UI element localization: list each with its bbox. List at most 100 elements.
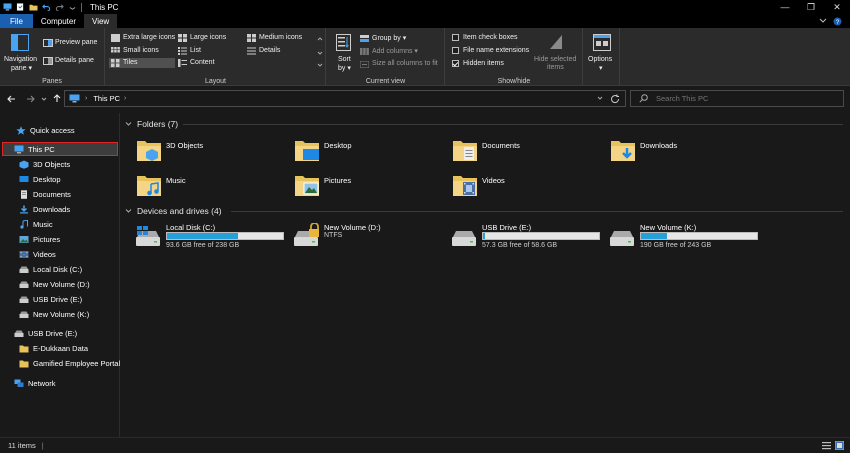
customize-toolbar-icon[interactable] [68,3,77,11]
options-icon[interactable] [593,34,611,51]
tab-file[interactable]: File [0,14,33,28]
file-name-extensions-label[interactable]: File name extensions [463,47,529,54]
sort-by-icon[interactable] [336,34,351,51]
hide-selected-label[interactable]: Hide selected [534,56,576,63]
collapse-chevron-icon[interactable] [125,121,132,127]
nav-new-volume-d[interactable]: New Volume (D:) [19,278,90,291]
drives-header-label: Devices and drives (4) [137,206,222,216]
nav-new-volume-k[interactable]: New Volume (K:) [19,308,89,321]
hidden-items-label[interactable]: Hidden items [463,60,504,67]
add-columns-button[interactable]: Add columns ▾ [372,47,418,55]
item-check-boxes-label[interactable]: Item check boxes [463,34,517,41]
collapse-chevron-icon-2[interactable] [125,208,132,214]
options-arrow[interactable]: ▾ [599,64,603,72]
preview-pane-button[interactable]: Preview pane [55,39,97,46]
drive-new-volume-d[interactable]: New Volume (D:) NTFS [293,222,448,253]
navigation-pane-label-2[interactable]: pane ▾ [11,64,32,72]
refresh-icon[interactable] [610,94,620,104]
redo-icon[interactable] [55,3,64,11]
large-icons-view-icon[interactable] [835,441,844,450]
drive-d-filesystem: NTFS [324,232,343,239]
tab-view[interactable]: View [84,14,118,28]
large-icons-icon [178,34,187,42]
nav-downloads[interactable]: Downloads [19,203,70,216]
close-button[interactable]: ✕ [824,0,850,14]
content-button[interactable]: Content [190,59,215,66]
folder-music[interactable]: Music [136,172,286,202]
drive-usb-drive-e[interactable]: USB Drive (E:) 57.3 GB free of 58.6 GB [451,223,606,253]
layout-scroll-arrows-icon[interactable] [316,32,324,70]
recent-locations-icon[interactable] [41,97,47,102]
up-icon[interactable] [53,94,61,103]
nav-3d-objects[interactable]: 3D Objects [19,158,70,171]
window-controls: — ❐ ✕ [772,0,850,14]
hide-selected-items-icon[interactable] [549,33,563,50]
file-name-extensions-checkbox[interactable] [452,47,459,54]
item-check-boxes-checkbox[interactable] [452,34,459,41]
help-icon[interactable]: ? [833,17,842,26]
breadcrumb-this-pc[interactable]: This PC [93,94,120,103]
group-by-button[interactable]: Group by ▾ [372,34,406,42]
hide-selected-label-2[interactable]: items [547,64,564,71]
drive-new-volume-k[interactable]: New Volume (K:) 190 GB free of 243 GB [609,223,764,253]
drive-local-disk-c[interactable]: Local Disk (C:) 93.6 GB free of 238 GB [135,223,290,253]
nav-gamified-employee-portal[interactable]: Gamified Employee Portal [19,357,120,370]
address-bar[interactable]: › This PC › [64,90,626,107]
nav-this-pc[interactable]: This PC [14,143,55,156]
folder-downloads[interactable]: Downloads [610,137,760,167]
large-icons-button[interactable]: Large icons [190,34,226,41]
nav-e-dukkaan-data[interactable]: E-Dukkaan Data [19,342,88,355]
details-view-icon[interactable] [822,441,831,450]
search-input[interactable] [656,94,836,103]
breadcrumb-chevron-icon-2[interactable]: › [124,95,126,102]
folder-documents[interactable]: Documents [452,137,602,167]
drive-d-label: New Volume (D:) [324,223,381,232]
minimize-button[interactable]: — [772,0,798,14]
sort-by-label-2[interactable]: by ▾ [338,64,351,72]
undo-icon[interactable] [42,3,51,11]
nav-videos[interactable]: Videos [19,248,56,261]
layout-scroll[interactable] [316,32,324,70]
tiles-button[interactable]: Tiles [123,59,138,66]
properties-icon[interactable] [16,3,25,11]
search-box[interactable] [630,90,844,107]
nav-pictures-label: Pictures [33,235,61,244]
hidden-items-checkbox[interactable] [452,60,459,67]
nav-music[interactable]: Music [19,218,53,231]
nav-local-disk-c[interactable]: Local Disk (C:) [19,263,82,276]
folder-3d-objects[interactable]: 3D Objects [136,137,286,167]
desktop-icon [19,176,29,182]
folders-section-header[interactable]: Folders (7) [125,119,178,129]
folder-desktop-icon [295,141,319,161]
nav-usb-drive-e[interactable]: USB Drive (E:) [19,293,82,306]
maximize-button[interactable]: ❐ [798,0,824,14]
list-button[interactable]: List [190,47,201,54]
nav-documents[interactable]: Documents [19,188,71,201]
nav-pictures[interactable]: Pictures [19,233,60,246]
tab-computer[interactable]: Computer [33,14,84,28]
back-icon[interactable] [7,95,16,103]
nav-quick-access[interactable]: Quick access [16,124,75,137]
folder-pictures[interactable]: Pictures [294,172,444,202]
folder-desktop[interactable]: Desktop [294,137,444,167]
extra-large-icons-button[interactable]: Extra large icons [123,34,175,41]
details-button[interactable]: Details [259,47,280,54]
nav-desktop[interactable]: Desktop [19,173,61,186]
navigation-pane-icon[interactable] [11,34,29,51]
forward-icon[interactable] [26,95,35,103]
new-folder-icon[interactable] [29,3,38,11]
size-all-columns-button[interactable]: Size all columns to fit [372,60,438,67]
sort-by-label[interactable]: Sort [338,56,351,63]
small-icons-button[interactable]: Small icons [123,47,159,54]
nav-usb-drive-root[interactable]: USB Drive (E:) [14,327,77,340]
breadcrumb-chevron-icon[interactable]: › [85,95,87,102]
address-dropdown-icon[interactable] [597,96,603,101]
details-pane-button[interactable]: Details pane [55,57,94,64]
folder-videos[interactable]: Videos [452,172,602,202]
navigation-pane-label[interactable]: Navigation [4,56,37,63]
medium-icons-button[interactable]: Medium icons [259,34,302,41]
drives-section-header[interactable]: Devices and drives (4) [125,206,222,216]
expand-ribbon-icon[interactable] [819,18,827,24]
nav-network[interactable]: Network [14,377,56,390]
options-label[interactable]: Options [588,56,612,63]
